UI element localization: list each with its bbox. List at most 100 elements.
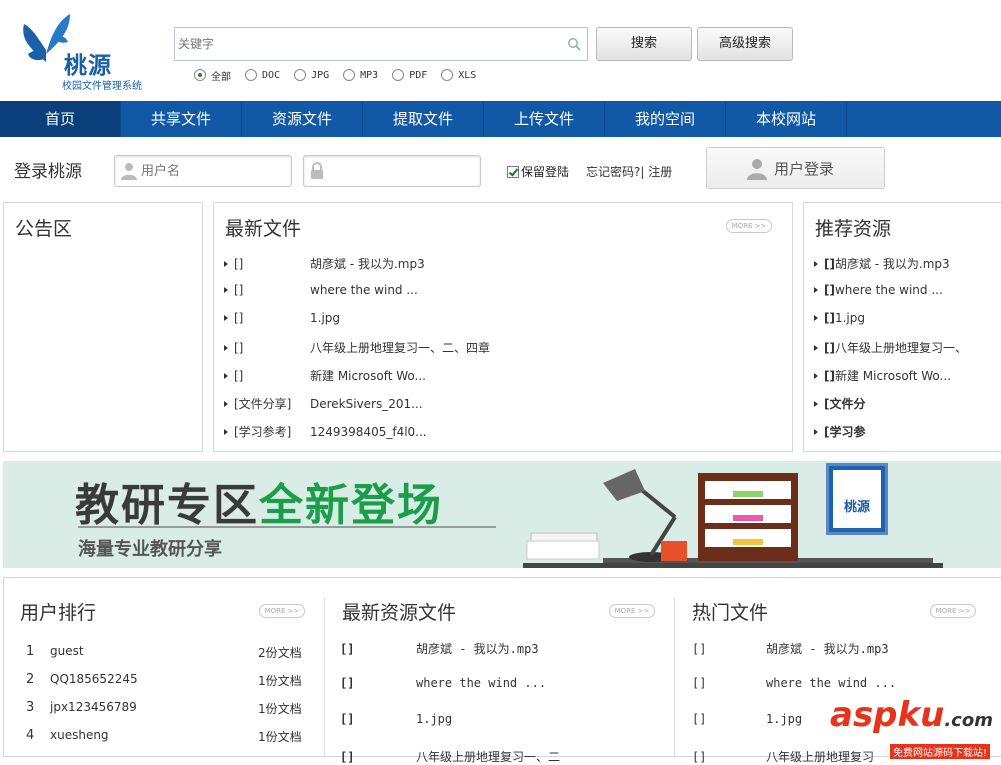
- file-type-label: 全部: [211, 71, 231, 83]
- file-type-radio[interactable]: PDF: [392, 67, 427, 83]
- bullet-icon: [224, 429, 228, 435]
- logo-name: 桃源: [64, 53, 112, 79]
- radio-dot-icon[interactable]: [245, 69, 257, 81]
- radio-dot-icon[interactable]: [343, 69, 356, 81]
- user-rank-row[interactable]: 1 guest 2份文档: [26, 644, 306, 660]
- remember-login[interactable]: 保留登陆: [507, 163, 569, 180]
- file-category: [学习参考]: [234, 425, 292, 439]
- logo[interactable]: 桃源 校园文件管理系统: [16, 10, 146, 92]
- resource-name[interactable]: 胡彦斌 - 我以为.mp3: [416, 642, 539, 656]
- recommended-row[interactable]: []新建 Microsoft Wo...: [814, 367, 951, 384]
- file-name[interactable]: where the wind ...: [310, 283, 418, 297]
- resource-name[interactable]: 新建 Microsoft Wo...: [835, 369, 951, 383]
- rank-number: 2: [26, 672, 35, 687]
- nav-item[interactable]: 首页: [0, 101, 121, 137]
- file-type-radio[interactable]: MP3: [343, 67, 378, 83]
- nav-item[interactable]: 上传文件: [484, 101, 605, 137]
- radio-dot-icon[interactable]: [294, 69, 307, 81]
- password-field[interactable]: [303, 155, 481, 187]
- file-name[interactable]: 八年级上册地理复习一、二、四章: [310, 341, 490, 355]
- doc-count: 1份文档: [258, 730, 302, 744]
- search-button[interactable]: 搜索: [596, 27, 692, 61]
- recommended-panel: 推荐资源 []胡彦斌 - 我以为.mp3 []where the wind ...…: [803, 202, 1001, 452]
- file-name[interactable]: 胡彦斌 - 我以为.mp3: [766, 642, 889, 656]
- forgot-register-link[interactable]: 忘记密码?| 注册: [586, 163, 672, 180]
- file-name[interactable]: 新建 Microsoft Wo...: [310, 369, 426, 383]
- file-name[interactable]: 胡彦斌 - 我以为.mp3: [310, 257, 425, 271]
- user-rank-row[interactable]: 4 xuesheng 1份文档: [26, 728, 306, 744]
- radio-dot-icon[interactable]: [392, 69, 405, 81]
- file-name[interactable]: 1.jpg: [310, 311, 340, 325]
- resource-name[interactable]: 胡彦斌 - 我以为.mp3: [835, 257, 950, 271]
- login-button[interactable]: 用户登录: [706, 147, 885, 189]
- file-category: []: [234, 283, 244, 297]
- username-field[interactable]: [114, 155, 292, 187]
- hot-files-more-button[interactable]: MORE >>: [930, 604, 976, 618]
- resource-name[interactable]: 八年级上册地理复习一、二: [416, 750, 560, 764]
- resource-category: []: [824, 341, 835, 355]
- nav-item[interactable]: 共享文件: [121, 101, 242, 137]
- file-name[interactable]: 1249398405_f4l0...: [310, 425, 427, 439]
- remember-checkbox[interactable]: [507, 165, 519, 178]
- resource-name[interactable]: 八年级上册地理复习一、: [835, 341, 967, 355]
- file-row[interactable]: [] 八年级上册地理复习一、二、四章: [224, 339, 784, 356]
- resource-name[interactable]: 1.jpg: [835, 311, 865, 325]
- search-input[interactable]: [175, 28, 555, 60]
- user-name[interactable]: jpx123456789: [50, 700, 180, 714]
- resource-row[interactable]: [] 八年级上册地理复习一、二: [340, 748, 660, 765]
- latest-files-more-button[interactable]: MORE >>: [726, 219, 772, 233]
- promo-banner[interactable]: 教研专区全新登场 海量专业教研分享 桃源: [3, 461, 1001, 568]
- nav-item[interactable]: 提取文件: [363, 101, 484, 137]
- nav-item[interactable]: 我的空间: [605, 101, 726, 137]
- search-icon[interactable]: [567, 37, 581, 51]
- file-row[interactable]: [] 新建 Microsoft Wo...: [224, 367, 784, 384]
- recommended-row[interactable]: []八年级上册地理复习一、: [814, 339, 967, 356]
- file-row[interactable]: [学习参考] 1249398405_f4l0...: [224, 423, 784, 440]
- resource-category: []: [824, 311, 835, 325]
- recommended-row[interactable]: []胡彦斌 - 我以为.mp3: [814, 255, 950, 272]
- file-row[interactable]: [文件分享] DerekSivers_201...: [224, 395, 784, 412]
- hot-file-row[interactable]: [] where the wind ...: [692, 676, 992, 690]
- radio-dot-icon[interactable]: [441, 69, 454, 81]
- file-row[interactable]: [] 1.jpg: [224, 311, 784, 325]
- user-rank-more-button[interactable]: MORE >>: [259, 604, 305, 618]
- recommended-row[interactable]: [文件分: [814, 395, 866, 412]
- recommended-row[interactable]: []1.jpg: [814, 311, 865, 325]
- nav-item[interactable]: 本校网站: [726, 101, 847, 137]
- file-name[interactable]: DerekSivers_201...: [310, 397, 423, 411]
- file-type-radio[interactable]: XLS: [441, 67, 476, 83]
- file-name[interactable]: 1.jpg: [766, 712, 802, 726]
- user-name[interactable]: guest: [50, 644, 180, 658]
- user-rank-row[interactable]: 2 QQ185652245 1份文档: [26, 672, 306, 688]
- latest-resources-more-button[interactable]: MORE >>: [609, 604, 655, 618]
- radio-dot-icon[interactable]: [194, 69, 206, 81]
- file-category: []: [692, 676, 707, 690]
- resource-name[interactable]: where the wind ...: [416, 676, 546, 690]
- bullet-icon: [224, 401, 228, 407]
- rank-number: 3: [26, 700, 35, 715]
- file-name[interactable]: where the wind ...: [766, 676, 896, 690]
- bullet-icon: [814, 345, 818, 351]
- user-rank-row[interactable]: 3 jpx123456789 1份文档: [26, 700, 306, 716]
- resource-name[interactable]: 1.jpg: [416, 712, 452, 726]
- advanced-search-button[interactable]: 高级搜索: [697, 27, 793, 61]
- file-type-radio[interactable]: JPG: [294, 67, 329, 83]
- nav-item[interactable]: 资源文件: [242, 101, 363, 137]
- hot-file-row[interactable]: [] 胡彦斌 - 我以为.mp3: [692, 640, 992, 657]
- resource-row[interactable]: [] where the wind ...: [340, 676, 660, 690]
- username-input[interactable]: [141, 160, 281, 182]
- file-row[interactable]: [] where the wind ...: [224, 283, 784, 297]
- file-name[interactable]: 八年级上册地理复习: [766, 750, 874, 764]
- file-type-radio[interactable]: DOC: [245, 67, 280, 83]
- user-name[interactable]: xuesheng: [50, 728, 180, 742]
- file-row[interactable]: [] 胡彦斌 - 我以为.mp3: [224, 255, 784, 272]
- file-type-radio[interactable]: 全部: [194, 67, 231, 83]
- recommended-row[interactable]: [学习参: [814, 423, 866, 440]
- resource-row[interactable]: [] 胡彦斌 - 我以为.mp3: [340, 640, 660, 657]
- banner-title-green: 全新登场: [259, 480, 443, 531]
- password-input[interactable]: [330, 160, 470, 182]
- resource-name[interactable]: where the wind ...: [835, 283, 943, 297]
- user-name[interactable]: QQ185652245: [50, 672, 180, 686]
- resource-row[interactable]: [] 1.jpg: [340, 712, 660, 726]
- recommended-row[interactable]: []where the wind ...: [814, 283, 943, 297]
